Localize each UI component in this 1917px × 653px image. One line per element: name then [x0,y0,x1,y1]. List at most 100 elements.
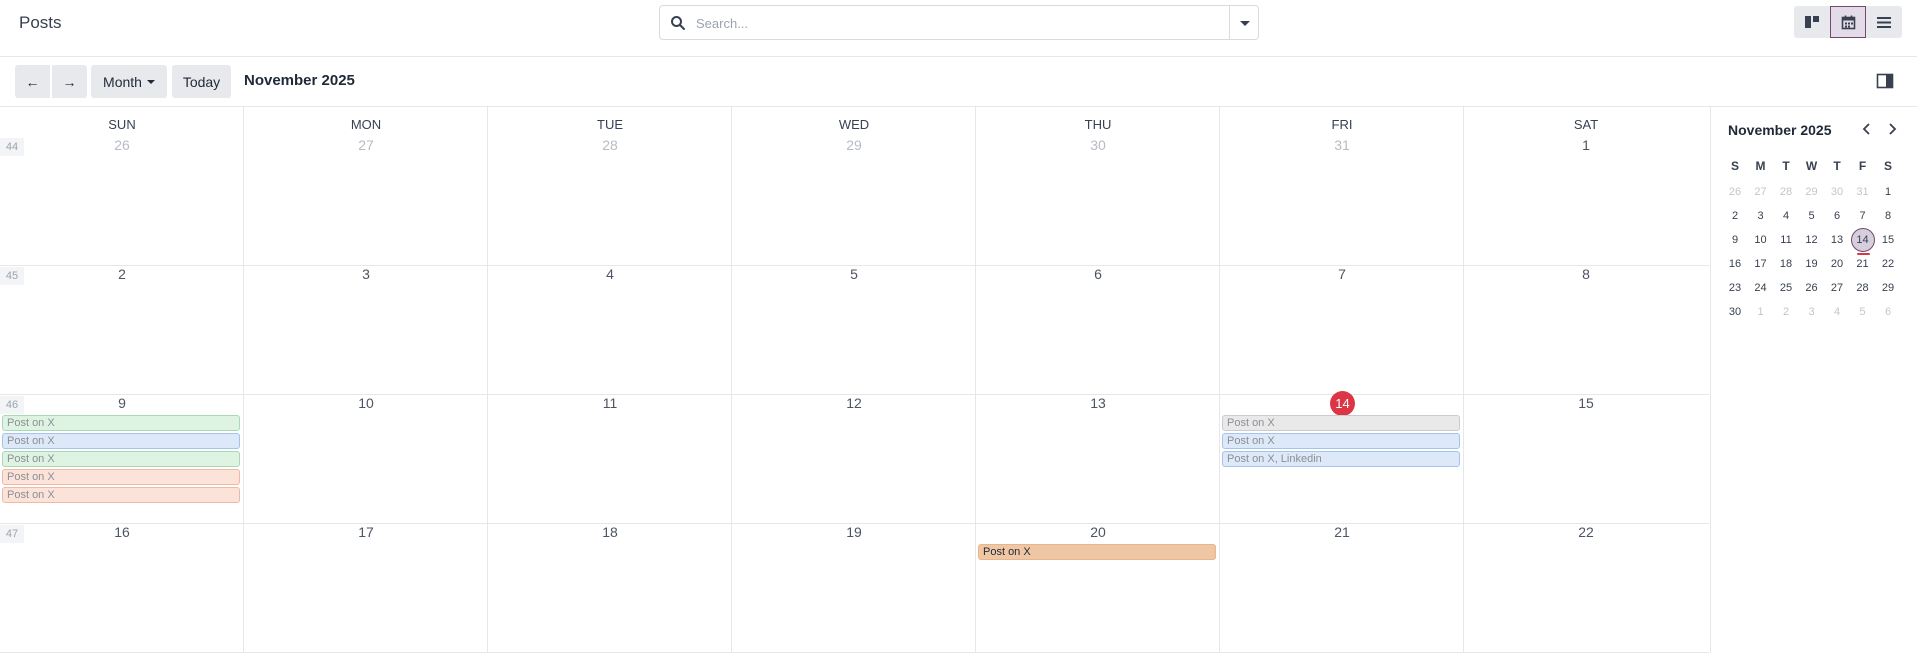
mini-day[interactable]: 12 [1800,228,1824,252]
mini-day[interactable]: 28 [1774,180,1798,204]
day-number[interactable]: 17 [244,524,488,540]
mini-day[interactable]: 27 [1749,180,1773,204]
calendar-event[interactable]: Post on X [2,433,240,449]
mini-day[interactable]: 20 [1825,252,1849,276]
day-number[interactable]: 8 [1464,266,1708,282]
calendar-event[interactable]: Post on X [2,487,240,503]
day-number[interactable]: 30 [976,137,1220,153]
today-button[interactable]: Today [172,65,231,98]
sidebar-toggle-icon[interactable] [1876,72,1894,90]
scale-dropdown[interactable]: Month [91,65,167,98]
day-number[interactable]: 10 [244,395,488,411]
next-button[interactable]: → [52,65,87,98]
day-number[interactable]: 19 [732,524,976,540]
mini-day[interactable]: 27 [1825,276,1849,300]
day-number[interactable]: 28 [488,137,732,153]
mini-day[interactable]: 5 [1851,300,1875,324]
mini-day[interactable]: 22 [1876,252,1900,276]
day-number[interactable]: 6 [976,266,1220,282]
calendar-icon [1841,15,1855,29]
mini-day[interactable]: 23 [1723,276,1747,300]
previous-button[interactable]: ← [15,65,50,98]
day-number[interactable]: 22 [1464,524,1708,540]
mini-day[interactable]: 26 [1800,276,1824,300]
mini-day[interactable]: 21 [1851,252,1875,276]
list-view-button[interactable] [1866,6,1902,38]
chevron-right-icon[interactable] [1884,121,1900,137]
mini-day[interactable]: 30 [1723,300,1747,324]
mini-day[interactable]: 30 [1825,180,1849,204]
mini-day[interactable]: 15 [1876,228,1900,252]
mini-selected-day[interactable]: 14 [1850,228,1875,255]
calendar-event[interactable]: Post on X [978,544,1216,560]
mini-day[interactable]: 25 [1774,276,1798,300]
list-icon [1877,16,1891,28]
mini-day[interactable]: 1 [1876,180,1900,204]
mini-day[interactable]: 24 [1749,276,1773,300]
mini-day[interactable]: 13 [1825,228,1849,252]
calendar-view-button[interactable] [1830,6,1866,38]
mini-day[interactable]: 26 [1723,180,1747,204]
mini-day[interactable]: 29 [1800,180,1824,204]
day-number[interactable]: 3 [244,266,488,282]
day-number[interactable]: 11 [488,395,732,411]
mini-day[interactable]: 2 [1723,204,1747,228]
mini-day[interactable]: 18 [1774,252,1798,276]
mini-day-header: T [1782,159,1790,173]
day-number[interactable]: 4 [488,266,732,282]
day-number[interactable]: 29 [732,137,976,153]
mini-day[interactable]: 29 [1876,276,1900,300]
chevron-left-icon[interactable] [1859,121,1875,137]
mini-day[interactable]: 1 [1749,300,1773,324]
mini-day[interactable]: 3 [1749,204,1773,228]
day-number[interactable]: 12 [732,395,976,411]
day-header-wed: WED [838,117,870,132]
day-number[interactable]: 27 [244,137,488,153]
day-number[interactable]: 1 [1464,137,1708,153]
mini-day[interactable]: 7 [1851,204,1875,228]
calendar-event[interactable]: Post on X [2,415,240,431]
today-badge[interactable]: 14 [1330,391,1355,416]
calendar-event[interactable]: Post on X [1222,433,1460,449]
mini-day[interactable]: 5 [1800,204,1824,228]
search-options-toggle[interactable] [1229,6,1258,39]
mini-day[interactable]: 11 [1774,228,1798,252]
day-number[interactable]: 16 [0,524,244,540]
mini-day[interactable]: 31 [1851,180,1875,204]
mini-day[interactable]: 19 [1800,252,1824,276]
mini-day-header: W [1805,159,1818,173]
day-number[interactable]: 2 [0,266,244,282]
day-number[interactable]: 7 [1220,266,1464,282]
mini-day[interactable]: 17 [1749,252,1773,276]
mini-day[interactable]: 4 [1774,204,1798,228]
day-number[interactable]: 20 [976,524,1220,540]
search-box[interactable] [659,5,1259,40]
day-number[interactable]: 31 [1220,137,1464,153]
mini-day[interactable]: 10 [1749,228,1773,252]
mini-day[interactable]: 9 [1723,228,1747,252]
mini-day[interactable]: 6 [1825,204,1849,228]
calendar-event[interactable]: Post on X, Linkedin [1222,451,1460,467]
mini-day[interactable]: 2 [1774,300,1798,324]
day-number[interactable]: 5 [732,266,976,282]
mini-day[interactable]: 8 [1876,204,1900,228]
day-number[interactable]: 15 [1464,395,1708,411]
mini-day[interactable]: 4 [1825,300,1849,324]
search-input[interactable] [696,12,1216,34]
day-number[interactable]: 26 [0,137,244,153]
mini-day[interactable]: 16 [1723,252,1747,276]
calendar-event[interactable]: Post on X [2,469,240,485]
calendar-event[interactable]: Post on X [1222,415,1460,431]
mini-day[interactable]: 3 [1800,300,1824,324]
mini-day[interactable]: 6 [1876,300,1900,324]
column-divider [975,107,976,653]
kanban-view-button[interactable] [1794,6,1830,38]
calendar-event[interactable]: Post on X [2,451,240,467]
mini-day[interactable]: 28 [1851,276,1875,300]
day-number[interactable]: 21 [1220,524,1464,540]
mini-calendar: November 2025 S M T W T F S 26 27 28 29 30 31 1 2 3 4 5 6 7… [1710,107,1917,653]
day-number[interactable]: 9 [0,395,244,411]
day-header-fri: FRI [1331,117,1353,132]
day-number[interactable]: 13 [976,395,1220,411]
day-number[interactable]: 18 [488,524,732,540]
